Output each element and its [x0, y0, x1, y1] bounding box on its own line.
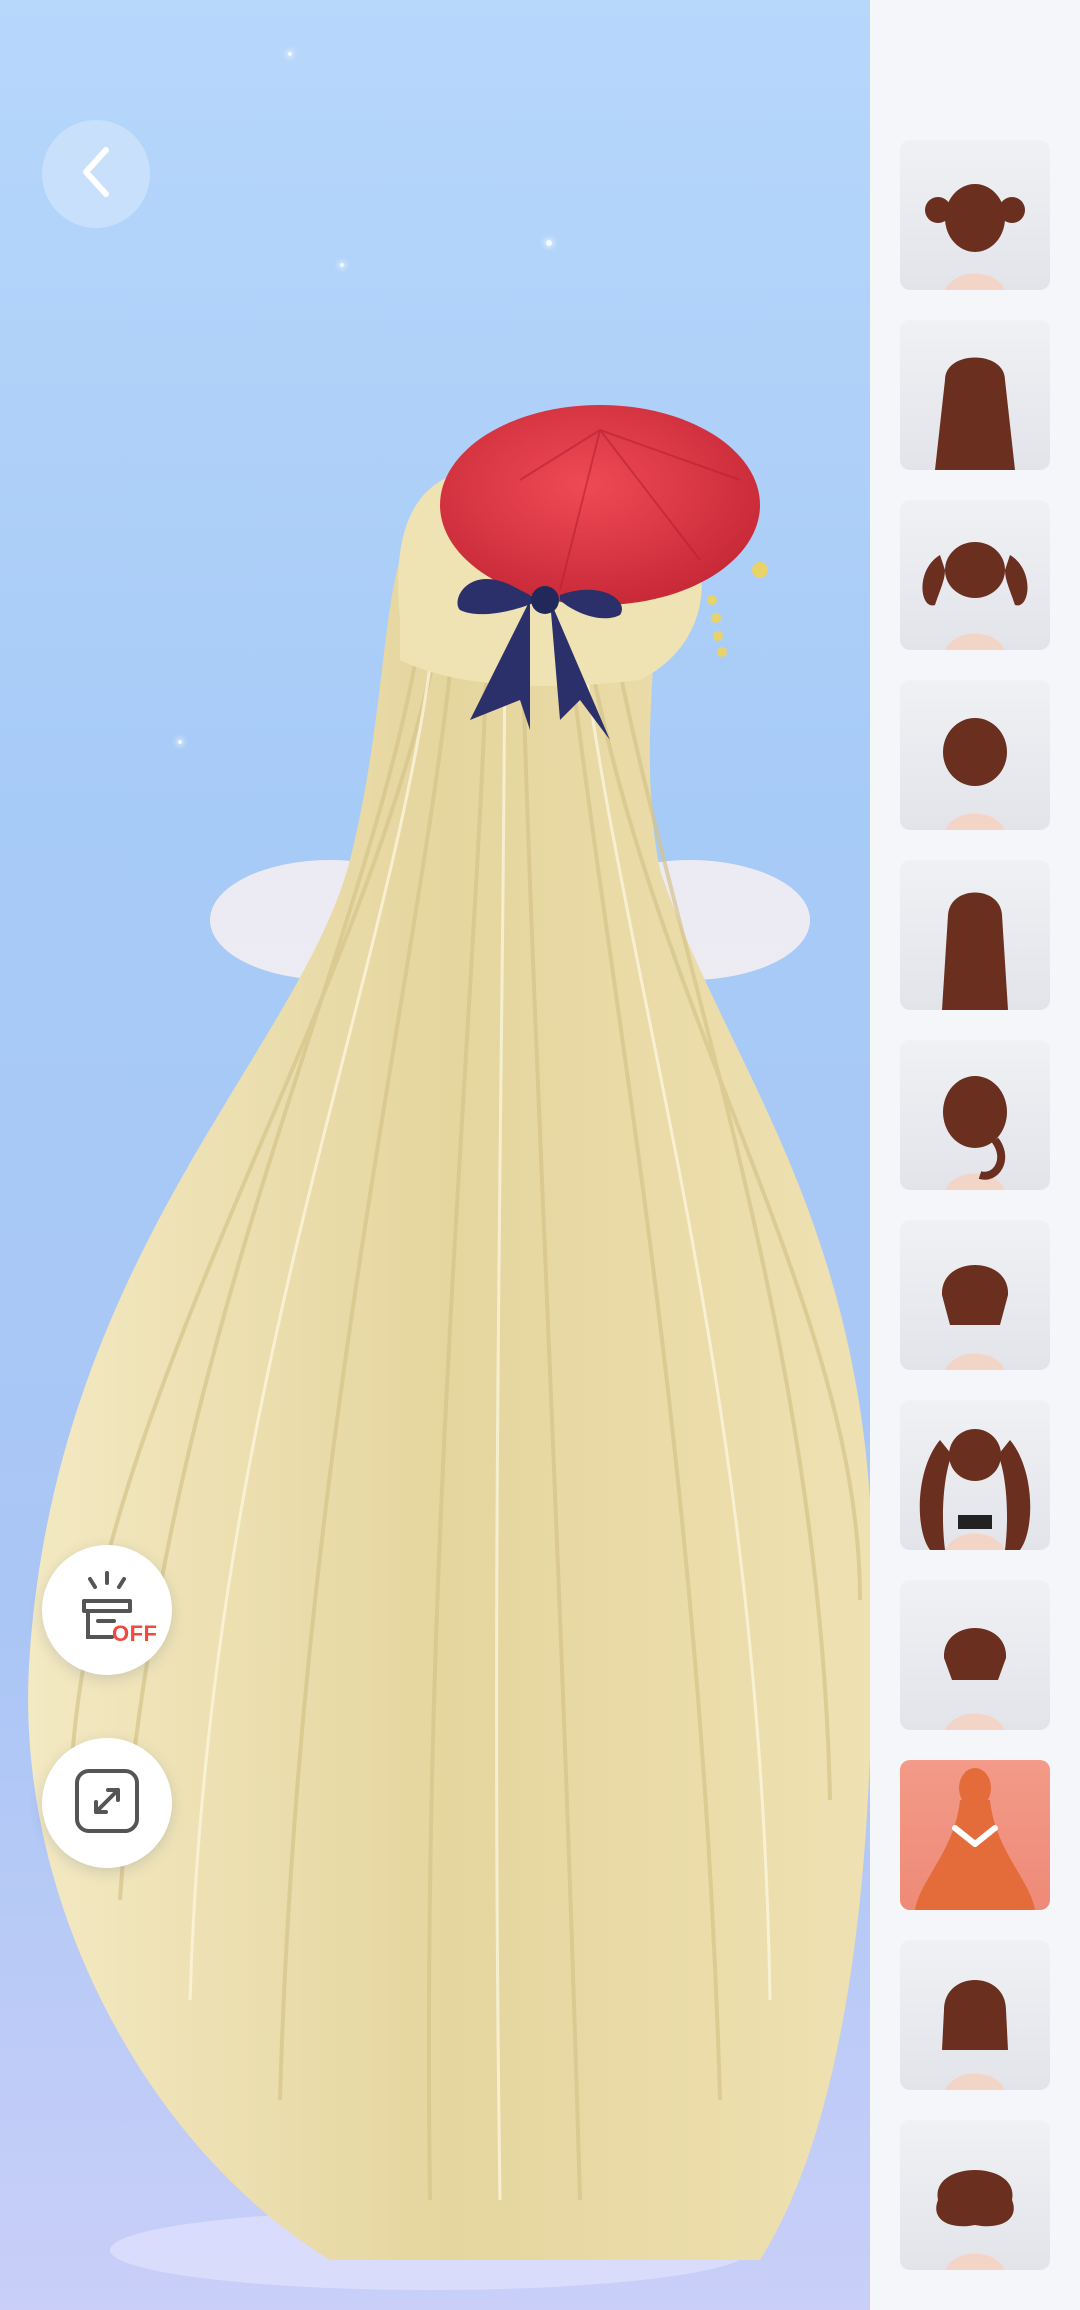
back-button[interactable]	[42, 120, 150, 228]
avatar-viewport[interactable]: OFF	[0, 0, 870, 2310]
hairstyle-option-6[interactable]	[900, 1040, 1050, 1190]
hairstyle-thumbnail	[919, 1429, 1031, 1550]
display-stand-icon	[42, 1545, 172, 1675]
hairstyle-option-1[interactable]	[900, 140, 1050, 290]
display-stand-toggle-button[interactable]: OFF	[42, 1545, 172, 1675]
expand-button[interactable]	[42, 1738, 172, 1868]
hairstyle-thumbnail	[915, 1768, 1035, 1910]
expand-arrows-icon	[72, 1766, 142, 1841]
hairstyle-option-8[interactable]	[900, 1400, 1050, 1550]
hairstyle-option-7[interactable]	[900, 1220, 1050, 1370]
hairstyle-thumbnail	[943, 1628, 1007, 1730]
chevron-left-icon	[76, 142, 116, 207]
hairstyle-thumbnail	[925, 184, 1025, 290]
hairstyle-option-11[interactable]	[900, 1940, 1050, 2090]
hairstyle-thumbnail	[936, 2170, 1014, 2270]
hairstyle-thumbnail	[942, 892, 1008, 1010]
hairstyle-option-4[interactable]	[900, 680, 1050, 830]
avatar-back-view[interactable]	[0, 0, 870, 2310]
display-toggle-state-label: OFF	[112, 1621, 158, 1646]
hairstyle-option-10[interactable]	[900, 1760, 1050, 1910]
hairstyle-thumbnail	[941, 1265, 1009, 1370]
hairstyle-thumbnail	[943, 1076, 1007, 1190]
hairstyle-thumbnail	[943, 718, 1007, 830]
hairstyle-thumbnail	[942, 1980, 1008, 2090]
hairstyle-option-12[interactable]	[900, 2120, 1050, 2270]
hairstyle-option-2[interactable]	[900, 320, 1050, 470]
hairstyle-option-3[interactable]	[900, 500, 1050, 650]
hairstyle-thumbnail	[922, 542, 1028, 650]
hairstyle-sidebar[interactable]	[870, 0, 1080, 2310]
hairstyle-thumbnail	[935, 357, 1015, 470]
hairstyle-option-9[interactable]	[900, 1580, 1050, 1730]
hairstyle-option-5[interactable]	[900, 860, 1050, 1010]
